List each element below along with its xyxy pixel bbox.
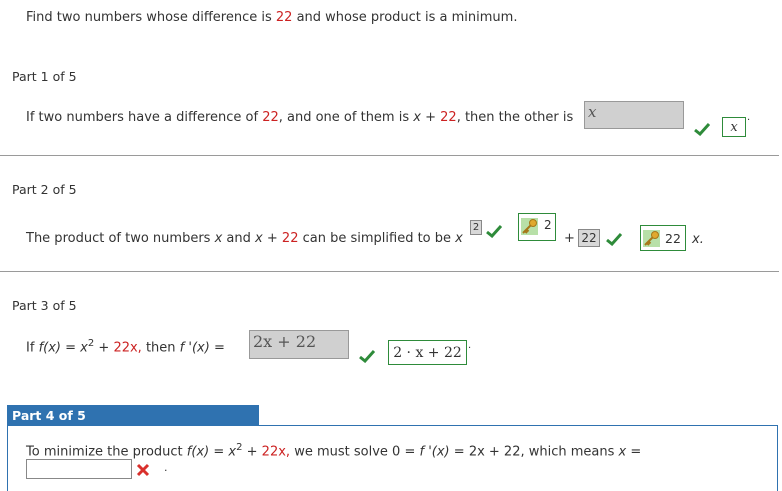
key-icon — [643, 230, 660, 247]
part3-answer-input[interactable]: 2x + 22 — [249, 330, 349, 359]
question-difference: 22 — [275, 10, 293, 25]
part1-statement: If two numbers have a difference of 22, … — [26, 110, 574, 125]
divider — [0, 155, 779, 156]
question-text: Find two numbers whose difference is 22 … — [26, 10, 518, 25]
part3-key-answer: 2 · x + 22 — [388, 340, 467, 365]
part4-statement: To minimize the product f(x) = x2 + 22x,… — [26, 442, 642, 460]
part2-statement: The product of two numbers x and x + 22 … — [26, 231, 463, 246]
part2-key-exponent: 2 — [518, 213, 556, 241]
part2-coefficient-input[interactable]: 22 — [578, 229, 600, 247]
wrong-icon — [136, 463, 150, 481]
part3-header: Part 3 of 5 — [12, 298, 77, 313]
part3-statement: If f(x) = x2 + 22x, then f '(x) = — [26, 338, 225, 356]
part1-answer-input[interactable]: x — [584, 101, 684, 129]
part4-header-bar: Part 4 of 5 — [7, 405, 259, 425]
check-icon — [694, 123, 712, 137]
divider — [0, 271, 779, 272]
key-icon — [521, 218, 538, 235]
part1-header: Part 1 of 5 — [12, 69, 77, 84]
part1-key-answer: x — [722, 117, 746, 137]
check-icon — [486, 225, 504, 239]
part4-answer-input[interactable] — [26, 459, 132, 479]
part2-exponent-input[interactable]: 2 — [470, 220, 482, 235]
part4-header: Part 4 of 5 — [12, 408, 86, 423]
check-icon — [606, 233, 624, 247]
part2-key-coefficient: 22 — [640, 225, 686, 251]
part2-header: Part 2 of 5 — [12, 182, 77, 197]
check-icon — [359, 350, 377, 364]
